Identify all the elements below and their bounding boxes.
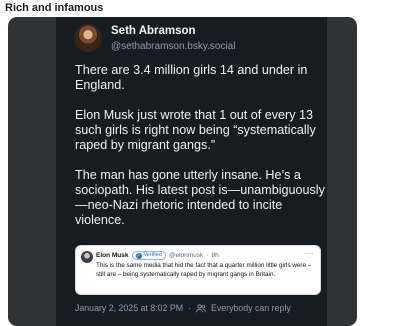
people-icon — [196, 303, 206, 312]
post-text: There are 3.4 million girls 14 and under… — [75, 63, 325, 227]
quoted-post[interactable]: Elon Musk ✓ Verified @elonmusk · 8h ··· … — [75, 245, 321, 295]
quoted-author-handle[interactable]: @elonmusk — [169, 252, 203, 259]
post-footer: January 2, 2025 at 8:02 PM · Everybody c… — [75, 303, 291, 313]
quoted-text: This is the same media that hid the fact… — [96, 262, 312, 278]
verified-badge: ✓ Verified — [131, 251, 166, 260]
separator-dot: · — [188, 303, 192, 313]
author-handle[interactable]: @sethabramson.bsky.social — [111, 41, 235, 52]
verified-label: Verified — [143, 252, 162, 258]
author-name[interactable]: Seth Abramson — [111, 25, 196, 37]
check-icon: ✓ — [135, 252, 142, 259]
quoted-author-name[interactable]: Elon Musk — [96, 252, 129, 259]
page-caption: Rich and infamous — [5, 2, 104, 14]
reply-setting: Everybody can reply — [211, 303, 291, 313]
avatar[interactable] — [74, 24, 102, 52]
separator-dot: · — [206, 252, 209, 259]
post-card: Seth Abramson @sethabramson.bsky.social … — [56, 17, 327, 326]
quoted-avatar[interactable] — [81, 251, 93, 263]
screenshot-frame: Seth Abramson @sethabramson.bsky.social … — [8, 17, 357, 326]
post-timestamp[interactable]: January 2, 2025 at 8:02 PM — [75, 303, 183, 313]
quoted-header: Elon Musk ✓ Verified @elonmusk · 8h — [96, 251, 219, 260]
more-options-icon[interactable]: ··· — [305, 249, 315, 258]
quoted-post-age: 8h — [211, 252, 219, 259]
